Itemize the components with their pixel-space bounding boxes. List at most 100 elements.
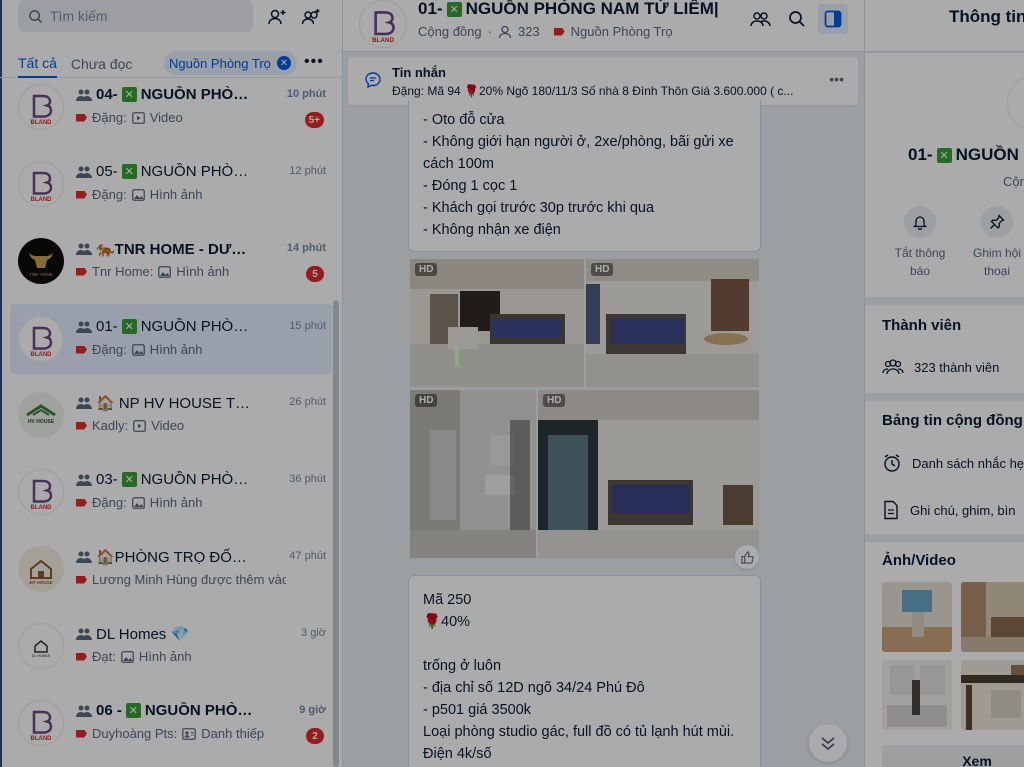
svg-text:BLAND: BLAND [31,197,53,203]
chat-label[interactable]: Nguồn Phòng Trọ [571,24,673,39]
room-photo[interactable]: HD [538,390,759,558]
conversation-body: 01-✕NGUỒN PHÒNG ... 15 phút Đặng: Hình ả… [76,314,332,364]
see-all-media-button[interactable]: Xem [882,745,1024,767]
tab-unread[interactable]: Chưa đọc [71,50,133,78]
pin-icon [990,214,1005,229]
tab-all[interactable]: Tất cả [18,50,57,78]
conversation-item[interactable]: EP HOUSE 🏠PHÒNG TRỌ ĐỐNG ... 47 phút Lươ… [10,536,332,602]
group-avatar: BLAND [18,700,64,746]
conversation-item[interactable]: BLAND 03- ✕ NGUỒN PHÒNG... 36 phút Đặng: H… [10,459,332,525]
note-icon [884,500,898,520]
video-icon [133,419,147,432]
group-avatar: BLAND [18,316,64,362]
room-photo[interactable]: HD [410,259,584,387]
label-tag-icon [76,421,87,430]
search-row: Tìm kiếm [18,0,253,32]
conversation-time: 15 phút [289,320,326,332]
room-photo[interactable]: HD [410,390,536,558]
conversation-time: 12 phút [289,165,326,177]
x-emoji-icon: ✕ [121,319,137,334]
create-group-button[interactable] [296,2,326,32]
pinned-text: Đặng: Mã 94 🌹20% Ngõ 180/11/3 Số nhà 8 Đ… [392,84,794,98]
media-thumbnail[interactable] [882,660,952,730]
sidebar-scrollbar[interactable] [333,300,339,767]
board-title[interactable]: Bảng tin cộng đồng [882,412,1023,429]
notes-row[interactable]: Ghi chú, ghim, bìn [882,500,1016,520]
label-tag-icon [76,345,87,354]
members-title[interactable]: Thành viên [882,317,961,334]
mute-notifications-button[interactable]: Tắt thông báo [885,206,955,280]
conversation-title: DL Homes 💎 [76,625,256,643]
conversation-item[interactable]: BLAND 04- ✕ NGUỒN PHÒNG... 10 phút Đặng: V… [10,80,332,140]
dl-homes-logo-icon: DL HOMES [32,640,51,658]
chat-header-actions [746,4,848,34]
members-row[interactable]: 323 thành viên [882,359,999,375]
conversation-preview: Tnr Home: Hình ảnh [76,264,286,279]
create-group-icon [301,9,320,25]
add-member-button[interactable] [746,4,776,34]
conversation-preview: Đạt: Hình ảnh [76,649,286,664]
scroll-to-bottom-button[interactable] [809,724,847,762]
member-count[interactable]: 323 [518,24,540,39]
more-options-button[interactable]: ••• [304,53,324,71]
community-icon [76,243,92,255]
react-button[interactable] [735,545,759,569]
bell-icon [912,216,928,230]
conversation-preview: Kadly: Video [76,418,286,433]
svg-text:BLAND: BLAND [31,505,53,511]
kitchen-thumbnail-icon [882,660,952,730]
label-tag-icon [76,652,87,661]
conversation-item[interactable]: TNR HOME 🐅TNR HOME - DƯỚI ... 14 phút Tn… [10,228,332,294]
svg-text:BLAND: BLAND [31,120,53,126]
room-thumbnail-icon [961,582,1024,652]
pinned-message[interactable]: Tin nhắn Đặng: Mã 94 🌹20% Ngõ 180/11/3 S… [348,57,858,105]
chat-avatar[interactable]: BLAND [359,0,407,48]
conversation-item[interactable]: BLAND 06 - ✕NGUỒN PHÒNG ... 9 giờ Duyhoà… [10,690,332,756]
filter-chip[interactable]: Nguồn Phòng Trọ ✕ [164,51,297,75]
pinned-label: Tin nhắn [392,65,446,80]
media-title[interactable]: Ảnh/Video [882,552,956,569]
conversation-item[interactable]: HV HOUSE 🏠 NP HV HOUSE TỔNG 26 phút Kadl… [10,382,332,448]
search-chat-button[interactable] [782,4,812,34]
community-board-section: Bảng tin cộng đồng Danh sách nhắc hẹ Ghi… [865,401,1024,534]
filter-chip-label: Nguồn Phòng Trọ [169,55,271,71]
conversation-item-active[interactable]: BLAND 01-✕NGUỒN PHÒNG ... 15 phút Đặng: … [10,304,332,374]
message-bubble[interactable]: - Oto đỗ cửa - Không giới hạn người ở, 2… [408,100,761,252]
pin-conversation-button[interactable]: Ghim hội thoại [962,206,1024,280]
conversation-time: 9 giờ [299,704,326,716]
conversation-item[interactable]: BLAND 05- ✕ NGUỒN PHÒNG... 12 phút Đặng: H… [10,151,332,217]
clear-filter-icon[interactable]: ✕ [276,56,291,70]
contact-card-icon [182,727,197,740]
room-photo[interactable]: HD [586,259,759,387]
conversation-time: 47 phút [289,550,326,562]
info-avatar[interactable] [1007,75,1024,131]
toggle-info-panel-button[interactable] [818,4,848,34]
search-input[interactable]: Tìm kiếm [18,0,253,32]
svg-text:BLAND: BLAND [31,736,53,742]
label-tag-icon [553,27,565,36]
x-emoji-icon: ✕ [125,703,141,718]
conversation-title: 🏠 NP HV HOUSE TỔNG [76,394,256,412]
chat-title[interactable]: 01- ✕ NGUỒN PHÒNG NAM TỪ LIÊM| [418,0,719,19]
media-thumbnail[interactable] [961,660,1024,730]
conversation-title: 01-✕NGUỒN PHÒNG ... [76,318,256,335]
add-friend-button[interactable] [262,2,292,32]
conversation-sidebar: Tìm kiếm Tất cả Chưa đọc Nguồn Phòng Trọ… [0,0,343,767]
conversation-item[interactable]: DL HOMES DL Homes 💎 3 giờ Đạt: Hình ảnh [10,613,332,679]
conversation-title: 06 - ✕NGUỒN PHÒNG ... [76,702,256,719]
svg-text:BLAND: BLAND [31,352,53,358]
reminder-list-row[interactable]: Danh sách nhắc hẹ [882,453,1024,473]
label-tag-icon [76,113,87,122]
group-avatar: EP HOUSE [18,546,64,592]
community-icon [76,397,92,409]
media-thumbnail[interactable] [961,582,1024,652]
info-profile-section: 01-✕NGUỒN Cộn Tắt thông báo Ghim hội tho… [865,53,1024,297]
conversation-body: 03- ✕ NGUỒN PHÒNG... 36 phút Đặng: Hình ản… [76,467,332,517]
message-bubble[interactable]: Mã 250 🌹40% trống ở luôn - địa chỉ số 12… [408,575,761,767]
svg-text:TNR HOME: TNR HOME [29,272,53,277]
conversation-time: 10 phút [286,88,326,100]
x-emoji-icon: ✕ [936,147,952,163]
media-thumbnail[interactable] [882,582,952,652]
pinned-more-button[interactable]: ••• [829,71,844,87]
media-section: Ảnh/Video [865,542,1024,767]
